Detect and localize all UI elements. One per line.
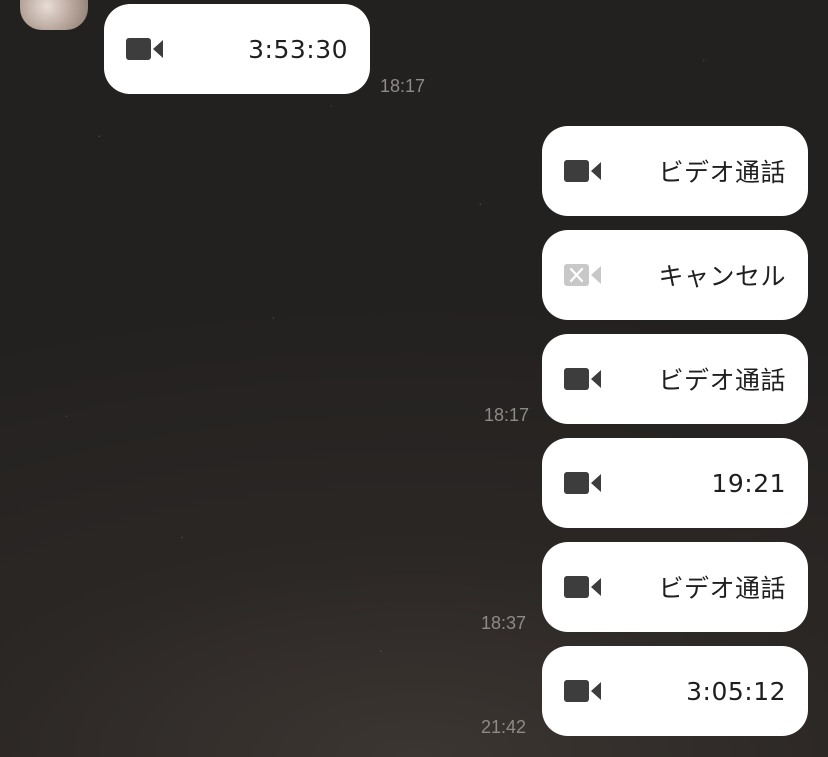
- message-timestamp: 18:17: [380, 76, 426, 96]
- call-status-label: キャンセル: [658, 262, 786, 291]
- outgoing-call-bubble[interactable]: ビデオ通話: [542, 334, 808, 424]
- video-camera-icon: [564, 160, 601, 182]
- video-camera-icon: [564, 680, 601, 702]
- message-timestamp: 21:42: [481, 717, 527, 737]
- cancelled-call-bubble[interactable]: キャンセル: [542, 230, 808, 320]
- call-status-label: ビデオ通話: [658, 366, 786, 395]
- avatar[interactable]: [20, 0, 88, 30]
- call-status-label: ビデオ通話: [658, 574, 786, 603]
- outgoing-call-bubble[interactable]: 3:05:12: [542, 646, 808, 736]
- outgoing-call-bubble[interactable]: 19:21: [542, 438, 808, 528]
- video-camera-icon: [126, 38, 163, 60]
- video-camera-icon: [564, 472, 601, 494]
- call-duration: 19:21: [711, 468, 786, 498]
- video-camera-icon: [564, 576, 601, 598]
- incoming-call-bubble[interactable]: 3:53:30: [104, 4, 370, 94]
- call-duration: 3:05:12: [686, 676, 786, 706]
- outgoing-call-bubble[interactable]: ビデオ通話: [542, 126, 808, 216]
- video-camera-cancelled-icon: [564, 264, 601, 286]
- message-timestamp: 18:17: [484, 405, 530, 425]
- outgoing-call-bubble[interactable]: ビデオ通話: [542, 542, 808, 632]
- message-timestamp: 18:37: [481, 613, 527, 633]
- video-camera-icon: [564, 368, 601, 390]
- call-duration: 3:53:30: [248, 34, 348, 64]
- call-status-label: ビデオ通話: [658, 158, 786, 187]
